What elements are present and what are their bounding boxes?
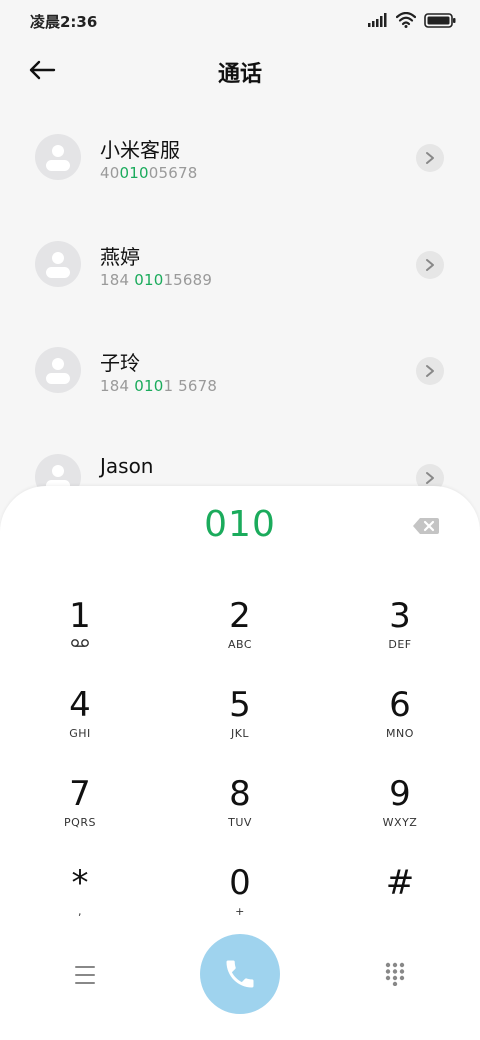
key-digit: 4 — [69, 685, 91, 725]
key-digit: 3 — [389, 596, 411, 636]
key-letters: GHI — [69, 727, 91, 740]
keypad-icon — [385, 962, 405, 987]
status-icons — [368, 12, 456, 28]
key-digit: 5 — [229, 685, 251, 725]
key-4[interactable]: 4 GHI — [20, 685, 140, 765]
backspace-icon — [413, 518, 439, 534]
chevron-right-icon — [426, 472, 434, 484]
key-letters: PQRS — [64, 816, 96, 829]
key-digit: * — [71, 863, 89, 903]
contact-number: 184 0101 5678 — [100, 377, 218, 395]
key-letters: WXYZ — [382, 816, 418, 829]
header: 通话 — [0, 42, 480, 102]
status-time: 凌晨2:36 — [30, 13, 98, 31]
key-3[interactable]: 3 DEF — [340, 596, 460, 676]
contact-number: 184 01015689 — [100, 271, 213, 289]
contact-name: 小米客服 — [100, 138, 180, 162]
signal-icon — [368, 13, 387, 27]
key-9[interactable]: 9 WXYZ — [340, 774, 460, 854]
key-digit: 7 — [69, 774, 91, 814]
avatar — [35, 347, 81, 393]
wifi-icon — [396, 12, 416, 28]
contact-row[interactable]: 燕婷 184 01015689 — [0, 215, 480, 315]
key-letters: DEF — [388, 638, 412, 651]
battery-icon — [424, 12, 456, 28]
key-letters: TUV — [228, 816, 252, 829]
keypad-toggle-button[interactable] — [384, 962, 406, 987]
avatar — [35, 134, 81, 180]
contact-detail-button[interactable] — [416, 144, 444, 172]
contact-name: 子玲 — [100, 351, 140, 375]
key-8[interactable]: 8 TUV — [180, 774, 300, 854]
chevron-right-icon — [426, 259, 434, 271]
contact-name: 燕婷 — [100, 245, 140, 269]
chevron-right-icon — [426, 365, 434, 377]
key-6[interactable]: 6 MNO — [340, 685, 460, 765]
chevron-right-icon — [426, 152, 434, 164]
key-digit: 8 — [229, 774, 251, 814]
menu-icon[interactable] — [68, 962, 102, 988]
key-letters: + — [235, 905, 245, 918]
contact-name: Jason — [100, 454, 154, 478]
key-letters: ABC — [227, 638, 253, 651]
call-button[interactable] — [200, 934, 280, 1014]
avatar — [35, 241, 81, 287]
contact-row[interactable]: 子玲 184 0101 5678 — [0, 321, 480, 421]
key-digit: 1 — [69, 596, 91, 636]
contact-detail-button[interactable] — [416, 251, 444, 279]
key-digit: 0 — [229, 863, 251, 903]
key-digit: 2 — [229, 596, 251, 636]
key-digit: 6 — [389, 685, 411, 725]
contact-detail-button[interactable] — [416, 357, 444, 385]
voicemail-icon — [20, 638, 140, 651]
key-7[interactable]: 7 PQRS — [20, 774, 140, 854]
key-1[interactable]: 1 — [20, 596, 140, 676]
backspace-button[interactable] — [412, 516, 444, 538]
contact-number: 4001005678 — [100, 164, 198, 182]
key-digit: 9 — [389, 774, 411, 814]
dialed-number[interactable]: 010 — [0, 504, 480, 545]
key-letters: MNO — [386, 727, 414, 740]
contact-row[interactable]: 小米客服 4001005678 — [0, 108, 480, 208]
phone-icon — [226, 960, 254, 988]
key-letters: , — [78, 905, 82, 918]
page-title: 通话 — [217, 62, 262, 87]
key-5[interactable]: 5 JKL — [180, 685, 300, 765]
dialpad-panel: 010 1 2 ABC 3 DEF 4 GHI 5 JKL 6 MNO 7 PQ… — [0, 486, 480, 1040]
key-digit: # — [385, 863, 415, 903]
dialpad-bottom-bar — [0, 930, 480, 1020]
key-2[interactable]: 2 ABC — [180, 596, 300, 676]
status-bar: 凌晨2:36 — [0, 0, 480, 42]
key-letters: JKL — [230, 727, 250, 740]
